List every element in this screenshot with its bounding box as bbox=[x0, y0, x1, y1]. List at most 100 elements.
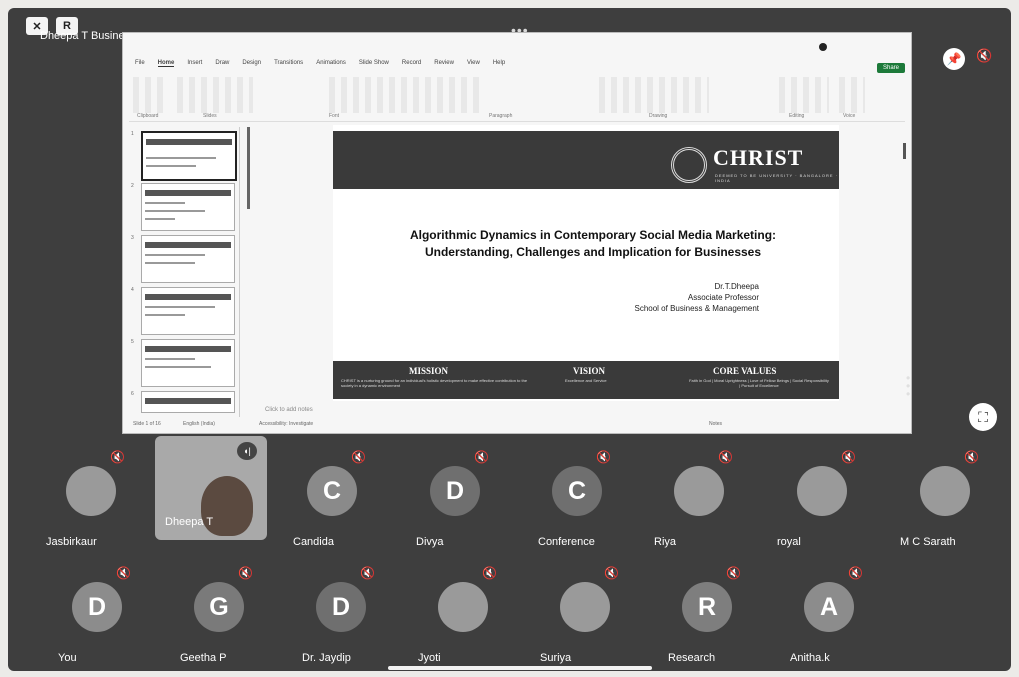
tab-design[interactable]: Design bbox=[242, 60, 261, 67]
participant-name: Riya bbox=[654, 536, 677, 548]
share-button[interactable]: Share bbox=[876, 63, 905, 73]
mission-heading: MISSION bbox=[409, 366, 449, 376]
author-name: Dr.T.Dheepa bbox=[714, 282, 759, 291]
participant-tile[interactable]: Suriya 🔇 bbox=[526, 566, 642, 671]
slide-thumbnails: 1 2 3 4 5 6 bbox=[129, 127, 240, 417]
thumb-number: 3 bbox=[131, 235, 134, 241]
tab-record[interactable]: Record bbox=[402, 60, 421, 67]
tab-transitions[interactable]: Transitions bbox=[274, 60, 303, 67]
tab-file[interactable]: File bbox=[135, 60, 145, 67]
participant-avatar: G bbox=[194, 582, 244, 632]
tab-animations[interactable]: Animations bbox=[316, 60, 346, 67]
participant-photo bbox=[920, 466, 970, 516]
tab-help[interactable]: Help bbox=[493, 60, 505, 67]
slides-group[interactable] bbox=[177, 77, 253, 113]
participant-tile[interactable]: Riya 🔇 bbox=[640, 450, 756, 560]
participant-name: M C Sarath bbox=[900, 536, 956, 548]
participant-avatar: D bbox=[430, 466, 480, 516]
slide-thumb-5[interactable] bbox=[141, 339, 235, 387]
mic-off-icon: 🔇 bbox=[351, 450, 366, 464]
slide-scrollbar[interactable] bbox=[903, 143, 906, 159]
university-logo-subtitle: DEEMED TO BE UNIVERSITY · BANGALORE · IN… bbox=[715, 173, 839, 183]
meeting-window: ✕ R Dheepa T Business ••• 📌 🔇 File Home … bbox=[8, 8, 1011, 671]
participant-tile[interactable]: Jyoti 🔇 bbox=[404, 566, 520, 671]
participant-name: Anitha.k bbox=[790, 652, 830, 664]
slide-thumb-2[interactable] bbox=[141, 183, 235, 231]
participant-name: Geetha P bbox=[180, 652, 227, 664]
thumbnail-scrollbar[interactable] bbox=[247, 127, 250, 209]
participant-name: Divya bbox=[416, 536, 444, 548]
participant-photo bbox=[560, 582, 610, 632]
more-vert-icon[interactable]: • • • bbox=[906, 372, 910, 400]
editing-group[interactable] bbox=[779, 77, 829, 113]
tab-draw[interactable]: Draw bbox=[215, 60, 229, 67]
voice-group[interactable] bbox=[839, 77, 865, 113]
slide-thumb-4[interactable] bbox=[141, 287, 235, 335]
vision-heading: VISION bbox=[573, 366, 606, 376]
university-seal-icon bbox=[671, 147, 707, 183]
font-group[interactable] bbox=[329, 77, 479, 113]
university-logo: CHRIST bbox=[713, 145, 804, 170]
tab-review[interactable]: Review bbox=[434, 60, 454, 67]
participant-tile[interactable]: G Geetha P 🔇 bbox=[160, 566, 276, 671]
slide-thumb-6[interactable] bbox=[141, 391, 235, 413]
participant-tile[interactable]: M C Sarath 🔇 bbox=[886, 450, 1002, 560]
fullscreen-icon[interactable]: ⛶ bbox=[969, 403, 997, 431]
author-role: Associate Professor bbox=[687, 293, 759, 302]
drawing-label: Drawing bbox=[649, 113, 668, 119]
clipboard-group[interactable] bbox=[133, 77, 167, 113]
paragraph-label: Paragraph bbox=[489, 113, 513, 119]
participant-avatar: D bbox=[72, 582, 122, 632]
notes-button[interactable]: Notes bbox=[709, 421, 722, 427]
language-status[interactable]: English (India) bbox=[183, 421, 215, 427]
mic-off-icon: 🔇 bbox=[726, 566, 741, 580]
speaking-icon: ◖| bbox=[237, 442, 257, 460]
participant-tile[interactable]: D Divya 🔇 bbox=[396, 450, 512, 560]
participant-photo bbox=[674, 466, 724, 516]
mic-off-icon: 🔇 bbox=[718, 450, 733, 464]
thumb-number: 1 bbox=[131, 131, 134, 137]
slide-footer: MISSION CHRIST is a nurturing ground for… bbox=[333, 361, 839, 399]
slide-title-line-1: Algorithmic Dynamics in Contemporary Soc… bbox=[409, 228, 777, 242]
accessibility-status[interactable]: Accessibility: Investigate bbox=[259, 421, 313, 427]
participant-tile[interactable]: A Anitha.k 🔇 bbox=[770, 566, 886, 671]
notes-placeholder[interactable]: Click to add notes bbox=[265, 407, 313, 413]
tab-insert[interactable]: Insert bbox=[187, 60, 202, 67]
slide-banner: CHRIST DEEMED TO BE UNIVERSITY · BANGALO… bbox=[333, 131, 839, 189]
tab-home[interactable]: Home bbox=[157, 60, 175, 67]
participant-name: Dr. Jaydip bbox=[302, 652, 351, 664]
participant-tile-speaking[interactable]: ◖| Dheepa T bbox=[155, 436, 267, 540]
tab-slideshow[interactable]: Slide Show bbox=[359, 60, 389, 67]
participant-name: Suriya bbox=[540, 652, 572, 664]
participant-tile[interactable]: royal 🔇 bbox=[763, 450, 879, 560]
pin-icon[interactable]: 📌 bbox=[943, 48, 965, 70]
participant-tile[interactable]: C Candida 🔇 bbox=[273, 450, 389, 560]
thumb-number: 2 bbox=[131, 183, 134, 189]
font-label: Font bbox=[329, 113, 340, 119]
participant-avatar: C bbox=[552, 466, 602, 516]
slide-thumb-1[interactable] bbox=[141, 131, 237, 181]
thumb-number: 4 bbox=[131, 287, 134, 293]
slide-counter: Slide 1 of 16 bbox=[133, 421, 161, 427]
participant-tile[interactable]: D Dr. Jaydip 🔇 bbox=[282, 566, 398, 671]
participant-name: Jasbirkaur bbox=[46, 536, 97, 548]
slide-thumb-3[interactable] bbox=[141, 235, 235, 283]
core-values-heading: CORE VALUES bbox=[713, 366, 777, 376]
thumb-number: 5 bbox=[131, 339, 134, 345]
mic-off-icon: 🔇 bbox=[116, 566, 131, 580]
participant-name: Dheepa T bbox=[165, 516, 214, 528]
participant-tile[interactable]: Jasbirkaur 🔇 bbox=[32, 450, 148, 560]
author-block: Dr.T.Dheepa Associate Professor School o… bbox=[634, 281, 759, 314]
clipboard-label: Clipboard bbox=[137, 113, 159, 119]
paragraph-group[interactable] bbox=[599, 77, 709, 113]
participant-name: Conference bbox=[538, 536, 595, 548]
shared-screen: File Home Insert Draw Design Transitions… bbox=[122, 32, 912, 434]
mission-text: CHRIST is a nurturing ground for an indi… bbox=[341, 378, 528, 388]
participant-tile[interactable]: D You 🔇 bbox=[38, 566, 154, 671]
participant-tile[interactable]: C Conference 🔇 bbox=[518, 450, 634, 560]
participant-name: Candida bbox=[293, 536, 334, 548]
participant-name: You bbox=[58, 652, 77, 664]
tab-view[interactable]: View bbox=[467, 60, 480, 67]
participant-photo bbox=[66, 466, 116, 516]
participant-tile[interactable]: R Research 🔇 bbox=[648, 566, 764, 671]
